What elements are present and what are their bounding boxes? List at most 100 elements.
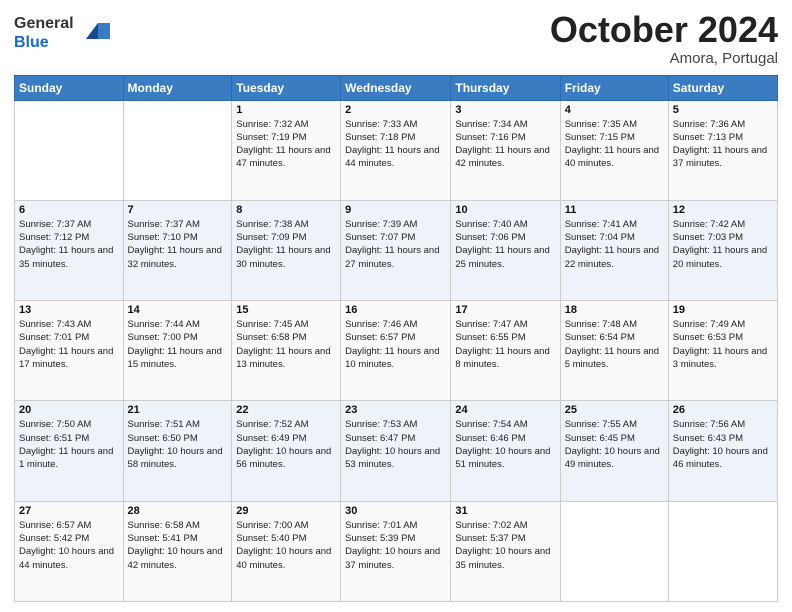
calendar-week-1: 6 Sunrise: 7:37 AMSunset: 7:12 PMDaylight… xyxy=(15,200,778,300)
logo-general: General xyxy=(14,15,74,32)
day-number: 14 xyxy=(128,304,228,316)
day-info: Sunrise: 7:35 AMSunset: 7:15 PMDaylight:… xyxy=(565,118,664,171)
day-info: Sunrise: 7:37 AMSunset: 7:12 PMDaylight:… xyxy=(19,218,119,271)
day-info: Sunrise: 7:52 AMSunset: 6:49 PMDaylight:… xyxy=(236,418,336,471)
day-number: 8 xyxy=(236,204,336,216)
day-number: 29 xyxy=(236,505,336,517)
location: Amora, Portugal xyxy=(550,50,778,67)
calendar-cell: 12 Sunrise: 7:42 AMSunset: 7:03 PMDayligh… xyxy=(668,200,777,300)
calendar-cell: 2 Sunrise: 7:33 AMSunset: 7:18 PMDaylight… xyxy=(341,100,451,200)
day-info: Sunrise: 7:02 AMSunset: 5:37 PMDaylight:… xyxy=(455,519,555,572)
calendar-cell: 13 Sunrise: 7:43 AMSunset: 7:01 PMDayligh… xyxy=(15,301,124,401)
day-info: Sunrise: 7:34 AMSunset: 7:16 PMDaylight:… xyxy=(455,118,555,171)
day-number: 13 xyxy=(19,304,119,316)
day-info: Sunrise: 7:32 AMSunset: 7:19 PMDaylight:… xyxy=(236,118,336,171)
calendar-cell: 26Sunrise: 7:56 AMSunset: 6:43 PMDayligh… xyxy=(668,401,777,501)
day-number: 19 xyxy=(673,304,773,316)
calendar-week-0: 1 Sunrise: 7:32 AMSunset: 7:19 PMDaylight… xyxy=(15,100,778,200)
day-info: Sunrise: 7:47 AMSunset: 6:55 PMDaylight:… xyxy=(455,318,555,371)
calendar-cell: 17Sunrise: 7:47 AMSunset: 6:55 PMDayligh… xyxy=(451,301,560,401)
calendar-cell: 6 Sunrise: 7:37 AMSunset: 7:12 PMDaylight… xyxy=(15,200,124,300)
day-number: 21 xyxy=(128,404,228,416)
calendar-cell: 25 Sunrise: 7:55 AMSunset: 6:45 PMDayligh… xyxy=(560,401,668,501)
month-title: October 2024 xyxy=(550,10,778,50)
calendar-cell: 29 Sunrise: 7:00 AMSunset: 5:40 PMDayligh… xyxy=(232,501,341,601)
day-info: Sunrise: 7:45 AMSunset: 6:58 PMDaylight:… xyxy=(236,318,336,371)
day-info: Sunrise: 7:42 AMSunset: 7:03 PMDaylight:… xyxy=(673,218,773,271)
day-info: Sunrise: 7:36 AMSunset: 7:13 PMDaylight:… xyxy=(673,118,773,171)
logo-blue: Blue xyxy=(14,34,49,51)
day-number: 27 xyxy=(19,505,119,517)
calendar-cell: 24 Sunrise: 7:54 AMSunset: 6:46 PMDayligh… xyxy=(451,401,560,501)
day-number: 23 xyxy=(345,404,446,416)
calendar-cell xyxy=(668,501,777,601)
calendar-cell: 11 Sunrise: 7:41 AMSunset: 7:04 PMDayligh… xyxy=(560,200,668,300)
day-number: 10 xyxy=(455,204,555,216)
header: General Blue October 2024 Amora, Portuga… xyxy=(14,10,778,67)
day-info: Sunrise: 7:40 AMSunset: 7:06 PMDaylight:… xyxy=(455,218,555,271)
day-info: Sunrise: 7:43 AMSunset: 7:01 PMDaylight:… xyxy=(19,318,119,371)
day-number: 28 xyxy=(128,505,228,517)
weekday-row: Sunday Monday Tuesday Wednesday Thursday… xyxy=(15,75,778,100)
day-number: 30 xyxy=(345,505,446,517)
day-info: Sunrise: 7:00 AMSunset: 5:40 PMDaylight:… xyxy=(236,519,336,572)
day-number: 7 xyxy=(128,204,228,216)
calendar-week-4: 27Sunrise: 6:57 AMSunset: 5:42 PMDayligh… xyxy=(15,501,778,601)
day-info: Sunrise: 7:54 AMSunset: 6:46 PMDaylight:… xyxy=(455,418,555,471)
calendar-cell: 23Sunrise: 7:53 AMSunset: 6:47 PMDayligh… xyxy=(341,401,451,501)
day-number: 24 xyxy=(455,404,555,416)
calendar-cell: 15Sunrise: 7:45 AMSunset: 6:58 PMDayligh… xyxy=(232,301,341,401)
day-info: Sunrise: 7:50 AMSunset: 6:51 PMDaylight:… xyxy=(19,418,119,471)
calendar-cell xyxy=(560,501,668,601)
day-info: Sunrise: 7:38 AMSunset: 7:09 PMDaylight:… xyxy=(236,218,336,271)
day-number: 1 xyxy=(236,104,336,116)
calendar-cell: 1 Sunrise: 7:32 AMSunset: 7:19 PMDaylight… xyxy=(232,100,341,200)
day-number: 26 xyxy=(673,404,773,416)
logo: General Blue xyxy=(14,14,110,52)
calendar-cell: 22 Sunrise: 7:52 AMSunset: 6:49 PMDayligh… xyxy=(232,401,341,501)
col-sunday: Sunday xyxy=(15,75,124,100)
day-number: 25 xyxy=(565,404,664,416)
day-info: Sunrise: 7:44 AMSunset: 7:00 PMDaylight:… xyxy=(128,318,228,371)
day-number: 2 xyxy=(345,104,446,116)
day-info: Sunrise: 7:41 AMSunset: 7:04 PMDaylight:… xyxy=(565,218,664,271)
day-number: 6 xyxy=(19,204,119,216)
day-number: 16 xyxy=(345,304,446,316)
calendar-cell xyxy=(123,100,232,200)
calendar-cell: 16Sunrise: 7:46 AMSunset: 6:57 PMDayligh… xyxy=(341,301,451,401)
col-friday: Friday xyxy=(560,75,668,100)
day-number: 11 xyxy=(565,204,664,216)
calendar-cell: 19Sunrise: 7:49 AMSunset: 6:53 PMDayligh… xyxy=(668,301,777,401)
day-info: Sunrise: 7:39 AMSunset: 7:07 PMDaylight:… xyxy=(345,218,446,271)
day-number: 18 xyxy=(565,304,664,316)
page: General Blue October 2024 Amora, Portuga… xyxy=(0,0,792,612)
day-number: 4 xyxy=(565,104,664,116)
calendar-cell: 10 Sunrise: 7:40 AMSunset: 7:06 PMDayligh… xyxy=(451,200,560,300)
calendar-cell: 28 Sunrise: 6:58 AMSunset: 5:41 PMDayligh… xyxy=(123,501,232,601)
col-wednesday: Wednesday xyxy=(341,75,451,100)
day-number: 22 xyxy=(236,404,336,416)
calendar-cell: 9Sunrise: 7:39 AMSunset: 7:07 PMDaylight… xyxy=(341,200,451,300)
calendar-cell: 18Sunrise: 7:48 AMSunset: 6:54 PMDayligh… xyxy=(560,301,668,401)
calendar-cell: 20Sunrise: 7:50 AMSunset: 6:51 PMDayligh… xyxy=(15,401,124,501)
calendar-cell: 21Sunrise: 7:51 AMSunset: 6:50 PMDayligh… xyxy=(123,401,232,501)
day-info: Sunrise: 6:58 AMSunset: 5:41 PMDaylight:… xyxy=(128,519,228,572)
calendar-cell xyxy=(15,100,124,200)
day-info: Sunrise: 7:01 AMSunset: 5:39 PMDaylight:… xyxy=(345,519,446,572)
calendar-cell: 31Sunrise: 7:02 AMSunset: 5:37 PMDayligh… xyxy=(451,501,560,601)
calendar-cell: 4 Sunrise: 7:35 AMSunset: 7:15 PMDaylight… xyxy=(560,100,668,200)
calendar-cell: 3 Sunrise: 7:34 AMSunset: 7:16 PMDaylight… xyxy=(451,100,560,200)
calendar-cell: 14 Sunrise: 7:44 AMSunset: 7:00 PMDayligh… xyxy=(123,301,232,401)
calendar-week-2: 13 Sunrise: 7:43 AMSunset: 7:01 PMDayligh… xyxy=(15,301,778,401)
col-thursday: Thursday xyxy=(451,75,560,100)
day-number: 12 xyxy=(673,204,773,216)
day-number: 3 xyxy=(455,104,555,116)
calendar-cell: 7Sunrise: 7:37 AMSunset: 7:10 PMDaylight… xyxy=(123,200,232,300)
day-info: Sunrise: 7:55 AMSunset: 6:45 PMDaylight:… xyxy=(565,418,664,471)
calendar-table: Sunday Monday Tuesday Wednesday Thursday… xyxy=(14,75,778,602)
day-number: 5 xyxy=(673,104,773,116)
calendar-cell: 30 Sunrise: 7:01 AMSunset: 5:39 PMDayligh… xyxy=(341,501,451,601)
col-tuesday: Tuesday xyxy=(232,75,341,100)
calendar-body: 1 Sunrise: 7:32 AMSunset: 7:19 PMDaylight… xyxy=(15,100,778,601)
day-info: Sunrise: 7:33 AMSunset: 7:18 PMDaylight:… xyxy=(345,118,446,171)
